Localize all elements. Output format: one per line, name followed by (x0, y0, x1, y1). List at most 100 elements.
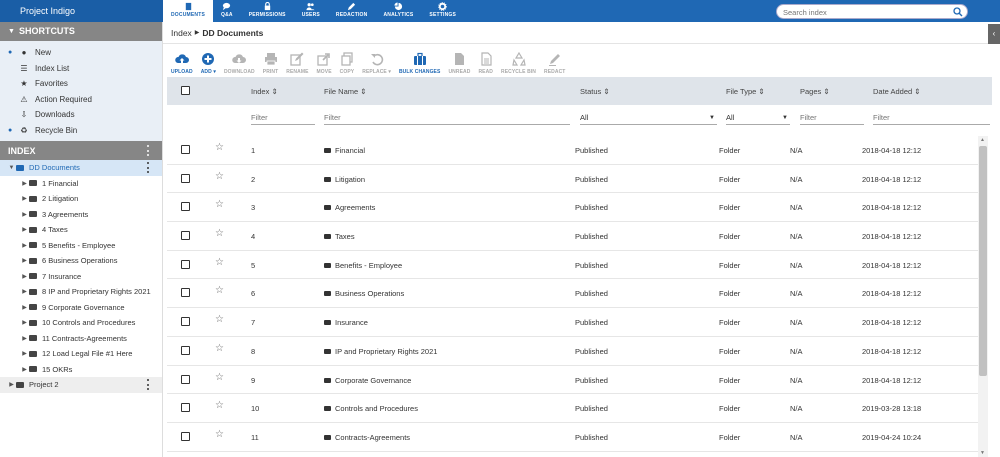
copy-button[interactable]: COPY (340, 52, 355, 75)
table-scrollbar[interactable]: ▲ ▼ (978, 136, 988, 457)
upload-button[interactable]: UPLOAD (171, 52, 193, 75)
unread-button[interactable]: UNREAD (448, 52, 470, 75)
tab-q-a[interactable]: Q&A (213, 0, 241, 22)
chevron-right-icon[interactable]: ▶ (20, 242, 29, 249)
chevron-right-icon[interactable]: ▶ (20, 195, 29, 202)
table-row[interactable]: ☆ 6 Business Operations Published Folder… (167, 279, 981, 309)
star-icon[interactable]: ☆ (215, 257, 224, 268)
scroll-up-icon[interactable]: ▲ (980, 137, 985, 143)
shortcuts-header[interactable]: ▼ SHORTCUTS (0, 22, 162, 41)
replace-button[interactable]: REPLACE ▾ (362, 52, 391, 75)
select-all-checkbox[interactable] (181, 86, 190, 95)
redact-button[interactable]: REDACT (544, 52, 565, 75)
tree-item-5-benefits-employee[interactable]: ▶ 5 Benefits - Employee (0, 238, 162, 254)
row-checkbox[interactable] (181, 345, 190, 355)
chevron-right-icon[interactable]: ▶ (20, 350, 29, 357)
chevron-right-icon[interactable]: ▶ (20, 257, 29, 264)
index-menu-icon[interactable] (147, 145, 150, 156)
download-button[interactable]: DOWNLOAD (224, 52, 255, 75)
cell-file-name[interactable]: Taxes (324, 232, 355, 241)
table-row[interactable]: ☆ 5 Benefits - Employee Published Folder… (167, 251, 981, 280)
tab-permissions[interactable]: PERMISSIONS (241, 0, 294, 22)
recycle-bin-button[interactable]: RECYCLE BIN (501, 52, 536, 75)
shortcut-favorites[interactable]: ★ Favorites (0, 76, 162, 92)
table-row[interactable]: ☆ 4 Taxes Published Folder N/A 2018-04-1… (167, 222, 981, 251)
star-icon[interactable]: ☆ (215, 199, 224, 210)
table-row[interactable]: ☆ 10 Controls and Procedures Published F… (167, 394, 981, 423)
column-header-file-name[interactable]: File Name ⇕ (324, 87, 367, 96)
row-checkbox[interactable] (181, 173, 190, 183)
chevron-right-icon[interactable]: ▶ (20, 288, 29, 295)
cell-file-name[interactable]: Insurance (324, 318, 368, 327)
table-row[interactable]: ☆ 8 IP and Proprietary Rights 2021 Publi… (167, 337, 981, 366)
shortcut-recycle-bin[interactable]: ● ♻ Recycle Bin (0, 123, 162, 139)
row-checkbox[interactable] (181, 288, 190, 298)
chevron-down-icon[interactable]: ▼ (7, 165, 16, 171)
row-checkbox[interactable] (181, 317, 190, 327)
column-header-date-added[interactable]: Date Added ⇕ (873, 87, 921, 96)
chevron-right-icon[interactable]: ▶ (20, 273, 29, 280)
tab-users[interactable]: USERS (294, 0, 328, 22)
column-header-file-type[interactable]: File Type ⇕ (726, 87, 765, 96)
table-row[interactable]: ☆ 9 Corporate Governance Published Folde… (167, 366, 981, 395)
print-button[interactable]: PRINT (263, 52, 279, 75)
date-filter[interactable] (873, 111, 990, 125)
column-header-status[interactable]: Status ⇕ (580, 87, 610, 96)
table-row[interactable]: ☆ 2 Litigation Published Folder N/A 2018… (167, 165, 981, 194)
star-icon[interactable]: ☆ (215, 142, 224, 153)
item-menu-icon[interactable] (147, 379, 150, 390)
cell-file-name[interactable]: Agreements (324, 203, 375, 212)
star-icon[interactable]: ☆ (215, 285, 224, 296)
chevron-right-icon[interactable]: ▶ (20, 319, 29, 326)
index-filter[interactable] (251, 111, 315, 125)
tree-item-12-load-legal-file-1-here[interactable]: ▶ 12 Load Legal File #1 Here (0, 346, 162, 362)
bulk-changes-button[interactable]: BULK CHANGES (399, 52, 440, 75)
search-icon[interactable] (953, 7, 963, 17)
breadcrumb-root[interactable]: Index (171, 28, 192, 38)
cell-file-name[interactable]: Financial (324, 146, 365, 155)
shortcut-index-list[interactable]: ☰ Index List (0, 61, 162, 77)
chevron-right-icon[interactable]: ▶ (20, 335, 29, 342)
tree-item-9-corporate-governance[interactable]: ▶ 9 Corporate Governance (0, 300, 162, 316)
tree-item-dd-documents[interactable]: ▼ DD Documents (0, 160, 162, 176)
app-title[interactable]: Project Indigo (0, 0, 163, 22)
search-box[interactable] (776, 4, 968, 19)
tree-item-11-contracts-agreements[interactable]: ▶ 11 Contracts-Agreements (0, 331, 162, 347)
cell-file-name[interactable]: Benefits - Employee (324, 261, 402, 270)
move-button[interactable]: MOVE (317, 52, 332, 75)
star-icon[interactable]: ☆ (215, 429, 224, 440)
star-icon[interactable]: ☆ (215, 314, 224, 325)
tree-item-3-agreements[interactable]: ▶ 3 Agreements (0, 207, 162, 223)
column-header-index[interactable]: Index ⇕ (251, 87, 278, 96)
cell-file-name[interactable]: Litigation (324, 175, 365, 184)
tree-item-6-business-operations[interactable]: ▶ 6 Business Operations (0, 253, 162, 269)
star-icon[interactable]: ☆ (215, 171, 224, 182)
tab-documents[interactable]: DOCUMENTS (163, 0, 214, 22)
chevron-right-icon[interactable]: ▶ (20, 366, 29, 373)
shortcut-new[interactable]: ● ● New (0, 45, 162, 61)
tree-item-8-ip-and-proprietary-rights-2021[interactable]: ▶ 8 IP and Proprietary Rights 2021 (0, 284, 162, 300)
table-row[interactable]: ☆ 3 Agreements Published Folder N/A 2018… (167, 193, 981, 223)
row-checkbox[interactable] (181, 202, 190, 212)
row-checkbox[interactable] (181, 259, 190, 269)
search-input[interactable] (783, 7, 943, 17)
shortcut-downloads[interactable]: ⇩ Downloads (0, 107, 162, 123)
file-type-filter-select[interactable]: All ▼ (726, 111, 790, 125)
star-icon[interactable]: ☆ (215, 372, 224, 383)
status-filter-select[interactable]: All ▼ (580, 111, 717, 125)
cell-file-name[interactable]: IP and Proprietary Rights 2021 (324, 347, 437, 356)
column-header-pages[interactable]: Pages ⇕ (800, 87, 830, 96)
table-row[interactable]: ☆ 11 Contracts-Agreements Published Fold… (167, 423, 981, 452)
add-button[interactable]: ADD ▾ (201, 52, 216, 75)
table-row[interactable]: ☆ 7 Insurance Published Folder N/A 2018-… (167, 308, 981, 337)
tree-item-7-insurance[interactable]: ▶ 7 Insurance (0, 269, 162, 285)
item-menu-icon[interactable] (147, 162, 150, 173)
tab-analytics[interactable]: ANALYTICS (375, 0, 421, 22)
chevron-right-icon[interactable]: ▶ (20, 226, 29, 233)
row-checkbox[interactable] (181, 231, 190, 241)
chevron-right-icon[interactable]: ▶ (20, 304, 29, 311)
tree-item-2-litigation[interactable]: ▶ 2 Litigation (0, 191, 162, 207)
cell-file-name[interactable]: Corporate Governance (324, 376, 411, 385)
star-icon[interactable]: ☆ (215, 400, 224, 411)
cell-file-name[interactable]: Controls and Procedures (324, 404, 418, 413)
